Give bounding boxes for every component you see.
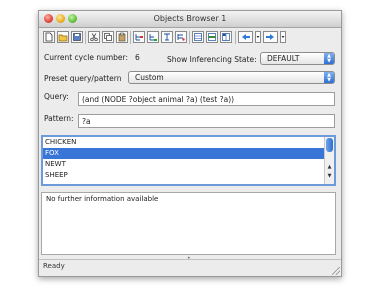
scroll-thumb[interactable] <box>326 138 333 152</box>
grid-icon-2[interactable] <box>206 31 218 43</box>
cycle-value: 6 <box>135 53 140 62</box>
save-disk-icon[interactable] <box>71 31 83 43</box>
cut-icon[interactable] <box>88 31 100 43</box>
title-bar[interactable]: Objects Browser 1 <box>39 11 341 28</box>
paste-icon[interactable] <box>116 31 128 43</box>
preset-query-select[interactable]: Custom ▲ ▼ <box>128 71 335 84</box>
preset-label: Preset query/pattern <box>44 74 122 83</box>
open-folder-icon[interactable] <box>57 31 69 43</box>
results-list[interactable]: CHICKEN FOX NEWT SHEEP ▲ ▼ <box>41 135 336 186</box>
grid-icon-3[interactable] <box>220 31 232 43</box>
select-arrows-icon: ▲ ▼ <box>324 53 334 64</box>
toolbar <box>41 30 339 46</box>
detail-panel: No further information available <box>41 192 336 255</box>
window-title: Objects Browser 1 <box>153 14 227 23</box>
cycle-label: Current cycle number: <box>44 53 128 62</box>
select-arrows-icon: ▲ ▼ <box>324 72 334 83</box>
inferencing-state-select[interactable]: DEFAULT ▲ ▼ <box>260 52 335 65</box>
query-label: Query: <box>44 92 69 101</box>
status-bar: Ready <box>39 259 341 275</box>
results-scrollbar[interactable]: ▲ ▼ <box>324 137 334 184</box>
forward-dropdown-icon[interactable] <box>280 31 286 43</box>
tree-icon-4[interactable] <box>175 31 187 43</box>
resize-grip-icon[interactable] <box>332 267 340 275</box>
scroll-up-arrow-icon[interactable]: ▲ <box>325 164 334 170</box>
list-item[interactable]: SHEEP <box>43 170 334 181</box>
new-document-icon[interactable] <box>43 31 55 43</box>
inferencing-label: Show Inferencing State: <box>167 55 257 64</box>
list-item[interactable]: NEWT <box>43 159 334 170</box>
copy-icon[interactable] <box>102 31 114 43</box>
detail-text: No further information available <box>46 195 159 203</box>
inferencing-state-value: DEFAULT <box>267 54 300 63</box>
grid-icon-1[interactable] <box>192 31 204 43</box>
query-field[interactable]: (and (NODE ?object animal ?a) (test ?a)) <box>78 92 335 106</box>
back-arrow-icon[interactable] <box>238 31 253 43</box>
forward-arrow-icon[interactable] <box>263 31 278 43</box>
status-text: Ready <box>43 262 65 270</box>
back-dropdown-icon[interactable] <box>255 31 261 43</box>
objects-browser-window: Objects Browser 1 Current cycle number: … <box>38 10 342 277</box>
tree-icon-2[interactable] <box>147 31 159 43</box>
preset-query-value: Custom <box>135 73 164 82</box>
scroll-down-arrow-icon[interactable]: ▼ <box>325 173 334 179</box>
tree-icon-3[interactable] <box>161 31 173 43</box>
list-item[interactable]: CHICKEN <box>43 137 334 148</box>
pattern-field[interactable]: ?a <box>78 114 335 128</box>
pattern-label: Pattern: <box>44 114 74 123</box>
list-item-selected[interactable]: FOX <box>43 148 334 159</box>
tree-icon-1[interactable] <box>133 31 145 43</box>
